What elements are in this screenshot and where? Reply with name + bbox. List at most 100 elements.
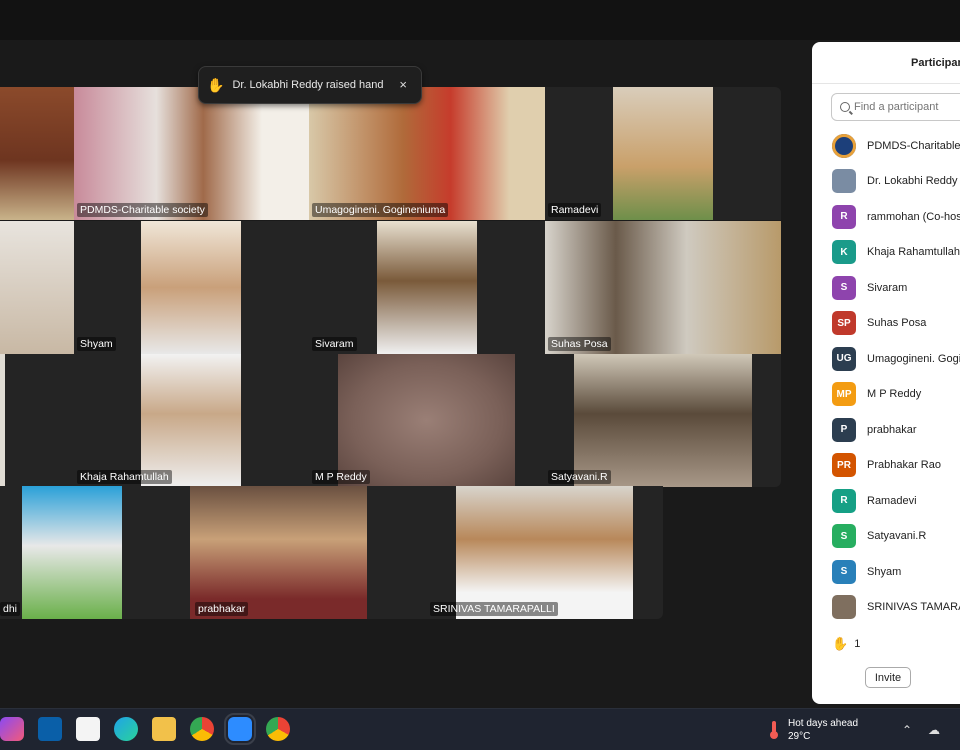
participant-name-label: Sivaram [312,337,357,351]
video-tile[interactable]: Umagogineni. Gogineniuma [309,87,545,220]
video-tile[interactable] [0,221,74,354]
participant-name: Khaja Rahamtullah [867,246,960,259]
participant-item[interactable]: S Satyavani.R [832,519,960,555]
search-icon [840,102,850,112]
participant-name-label: Suhas Posa [548,337,611,351]
video-tile[interactable]: SRINIVAS TAMARAPALLI [427,486,663,619]
participant-name: Dr. Lokabhi Reddy [867,175,958,188]
gallery-row: Khaja Rahamtullah M P Reddy Satyavani.R [0,354,781,487]
participant-item[interactable]: R Ramadevi [832,483,960,519]
participant-video [309,87,545,220]
weather-temp: 29°C [788,731,811,742]
raised-hands-number: 1 [854,638,861,650]
participant-item[interactable]: PDMDS-Charitable [832,128,960,164]
avatar: PR [832,453,856,478]
participant-name-label: M P Reddy [312,470,370,484]
participant-video [0,87,74,220]
avatar [832,595,856,620]
video-tile[interactable]: Ramadevi [545,87,781,220]
notification-text: Dr. Lokabhi Reddy raised hand [232,79,384,91]
participant-name: M P Reddy [867,388,922,401]
participant-name: Satyavani.R [867,530,927,543]
video-tile[interactable] [0,87,74,220]
participant-name: Ramadevi [867,494,917,507]
zoom-icon[interactable] [224,713,256,745]
participant-item[interactable]: Dr. Lokabhi Reddy [832,164,960,200]
participants-panel: Participan PDMDS-Charitable Dr. Lokabhi R… [812,42,960,704]
video-tile[interactable] [0,354,74,487]
raise-hand-notification: ✋ Dr. Lokabhi Reddy raised hand × [198,66,422,104]
panel-header: Participan [812,42,960,84]
avatar: K [832,240,856,265]
participant-name: prabhakar [867,423,917,436]
gallery-row: PDMDS-Charitable society Umagogineni. Go… [0,87,781,220]
participant-video [74,87,309,220]
participant-name-label: PDMDS-Charitable society [77,203,208,217]
participant-video [0,221,74,354]
participant-name: Shyam [867,565,902,578]
video-tile[interactable]: M P Reddy [309,354,545,487]
chrome-icon[interactable] [190,717,214,741]
participant-item[interactable]: K Khaja Rahamtullah [832,235,960,271]
participant-video [456,486,633,619]
participant-item[interactable]: UG Umagogineni. Gogi [832,341,960,377]
video-tile[interactable]: Suhas Posa [545,221,781,354]
weather-title: Hot days ahead [788,718,859,729]
participant-item[interactable]: SRINIVAS TAMARA [832,590,960,626]
chrome-profile-icon[interactable] [266,717,290,741]
dell-icon[interactable] [38,717,62,741]
participant-item[interactable]: S Shyam [832,554,960,590]
avatar: P [832,417,856,442]
chevron-up-icon[interactable]: ⌃ [902,723,912,737]
participant-name-label: dhi [0,602,21,616]
participant-name: Umagogineni. Gogi [867,352,960,365]
taskbar: Hot days ahead 29°C ⌃ ☁ [0,708,960,750]
participant-item[interactable]: S Sivaram [832,270,960,306]
participant-search[interactable] [831,93,960,121]
avatar [832,169,856,194]
raised-hands-count[interactable]: ✋ 1 [832,636,860,652]
video-tile[interactable]: prabhakar [122,486,427,619]
participant-name-label: Satyavani.R [548,470,611,484]
avatar: S [832,524,856,549]
participant-item[interactable]: PR Prabhakar Rao [832,448,960,484]
edge-icon[interactable] [114,717,138,741]
participant-video [545,221,781,354]
participant-item[interactable]: MP M P Reddy [832,377,960,413]
file-explorer-icon[interactable] [152,717,176,741]
participant-item[interactable]: Pprabhakar [832,412,960,448]
participant-item[interactable]: SP Suhas Posa [832,306,960,342]
cloud-icon[interactable]: ☁ [928,723,940,737]
close-icon[interactable]: × [399,77,407,92]
participant-video [574,354,752,487]
participant-name-label: Khaja Rahamtullah [77,470,172,484]
gallery-row: dhi prabhakar SRINIVAS TAMARAPALLI [0,486,663,619]
video-tile[interactable]: PDMDS-Charitable society [74,87,309,220]
participant-video [141,354,241,487]
participant-video [190,486,367,619]
video-tile[interactable]: dhi [0,486,122,619]
raised-hand-icon: ✋ [832,636,849,651]
participant-name-label: Umagogineni. Gogineniuma [312,203,449,217]
weather-widget[interactable]: Hot days ahead 29°C [788,717,858,743]
avatar: R [832,204,856,229]
participant-name: PDMDS-Charitable [867,139,960,152]
video-tile[interactable]: Satyavani.R [545,354,781,487]
search-input[interactable] [854,101,960,113]
video-gallery: PDMDS-Charitable society Umagogineni. Go… [0,40,810,708]
participant-video [22,486,122,619]
store-icon[interactable] [76,717,100,741]
participant-name-label: Shyam [77,337,116,351]
avatar: R [832,488,856,513]
video-tile[interactable]: Khaja Rahamtullah [74,354,309,487]
participant-video [377,221,477,354]
participant-item[interactable]: Rrammohan (Co-hos [832,199,960,235]
participant-name-label: prabhakar [195,602,249,616]
video-tile[interactable]: Sivaram [309,221,545,354]
participant-video [141,221,241,354]
participant-name: SRINIVAS TAMARA [867,601,960,614]
copilot-icon[interactable] [0,717,24,741]
invite-button[interactable]: Invite [865,667,911,688]
participant-video [613,87,713,220]
video-tile[interactable]: Shyam [74,221,309,354]
